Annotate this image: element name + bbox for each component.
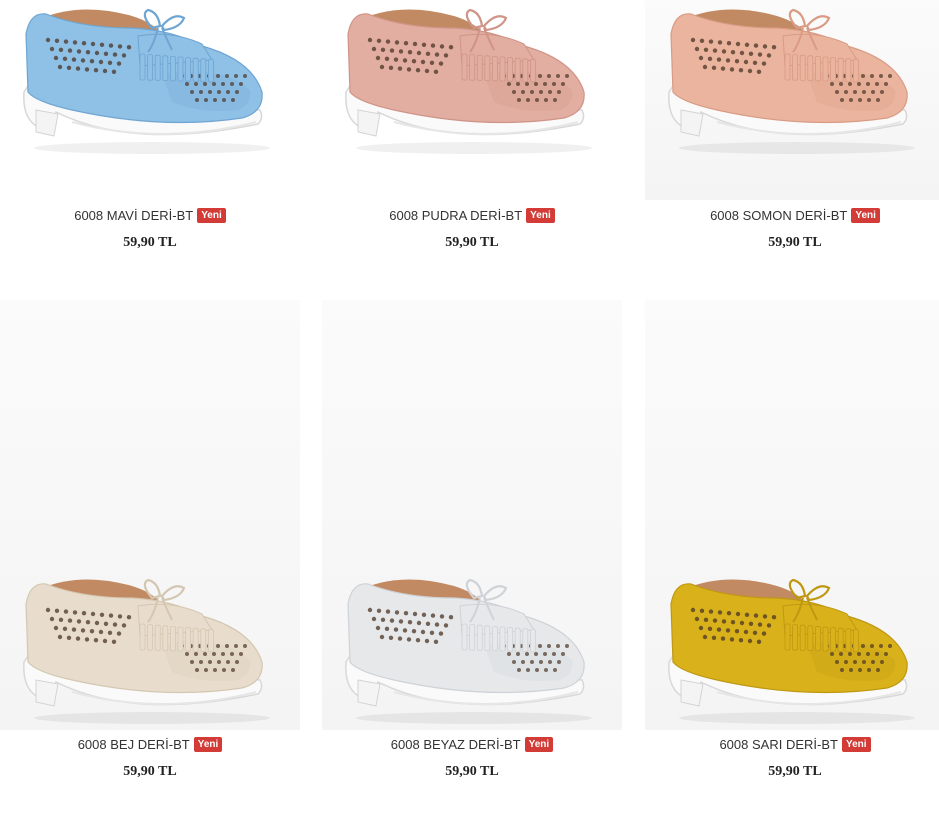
product-card[interactable]: 6008 MAVİ DERİ-BT Yeni 59,90 TL: [0, 0, 300, 260]
product-title-link[interactable]: 6008 BEJ DERİ-BT Yeni: [0, 736, 300, 753]
new-badge: Yeni: [841, 737, 871, 753]
product-price: 59,90 TL: [123, 764, 177, 779]
product-card[interactable]: 6008 SARI DERİ-BT Yeni 59,90 TL: [645, 300, 939, 790]
product-title-link[interactable]: 6008 SOMON DERİ-BT Yeni: [645, 207, 939, 224]
product-image[interactable]: [0, 300, 300, 730]
shoe-illustration: [23, 8, 270, 154]
product-name[interactable]: 6008 MAVİ DERİ-BT: [74, 208, 193, 223]
shoe-illustration: [345, 8, 592, 154]
shoe-illustration: [345, 578, 592, 724]
product-grid: 6008 MAVİ DERİ-BT Yeni 59,90 TL 6008 PUDR…: [0, 0, 939, 825]
product-price: 59,90 TL: [445, 764, 499, 779]
new-badge: Yeni: [193, 737, 223, 753]
product-name[interactable]: 6008 PUDRA DERİ-BT: [389, 208, 522, 223]
product-title-link[interactable]: 6008 BEYAZ DERİ-BT Yeni: [322, 736, 622, 753]
product-image[interactable]: [645, 0, 939, 200]
shoe-illustration: [23, 578, 270, 724]
new-badge: Yeni: [526, 208, 555, 224]
product-name[interactable]: 6008 BEYAZ DERİ-BT: [391, 737, 521, 752]
product-name[interactable]: 6008 SARI DERİ-BT: [719, 737, 838, 752]
product-price: 59,90 TL: [123, 235, 177, 250]
product-image[interactable]: [0, 0, 300, 200]
product-name[interactable]: 6008 SOMON DERİ-BT: [710, 208, 847, 223]
product-price: 59,90 TL: [768, 235, 822, 250]
product-card[interactable]: 6008 BEJ DERİ-BT Yeni 59,90 TL: [0, 300, 300, 790]
new-badge: Yeni: [524, 737, 554, 753]
product-image[interactable]: [322, 0, 622, 200]
new-badge: Yeni: [851, 208, 880, 224]
product-price: 59,90 TL: [768, 764, 822, 779]
new-badge: Yeni: [197, 208, 226, 224]
product-card[interactable]: 6008 BEYAZ DERİ-BT Yeni 59,90 TL: [322, 300, 622, 790]
product-card[interactable]: 6008 PUDRA DERİ-BT Yeni 59,90 TL: [322, 0, 622, 260]
shoe-illustration: [668, 8, 915, 154]
shoe-illustration: [668, 578, 915, 724]
product-name[interactable]: 6008 BEJ DERİ-BT: [78, 737, 190, 752]
product-price: 59,90 TL: [445, 235, 499, 250]
product-title-link[interactable]: 6008 PUDRA DERİ-BT Yeni: [322, 207, 622, 224]
product-title-link[interactable]: 6008 MAVİ DERİ-BT Yeni: [0, 207, 300, 224]
product-title-link[interactable]: 6008 SARI DERİ-BT Yeni: [645, 736, 939, 753]
product-image[interactable]: [645, 300, 939, 730]
product-image[interactable]: [322, 300, 622, 730]
product-card[interactable]: 6008 SOMON DERİ-BT Yeni 59,90 TL: [645, 0, 939, 260]
